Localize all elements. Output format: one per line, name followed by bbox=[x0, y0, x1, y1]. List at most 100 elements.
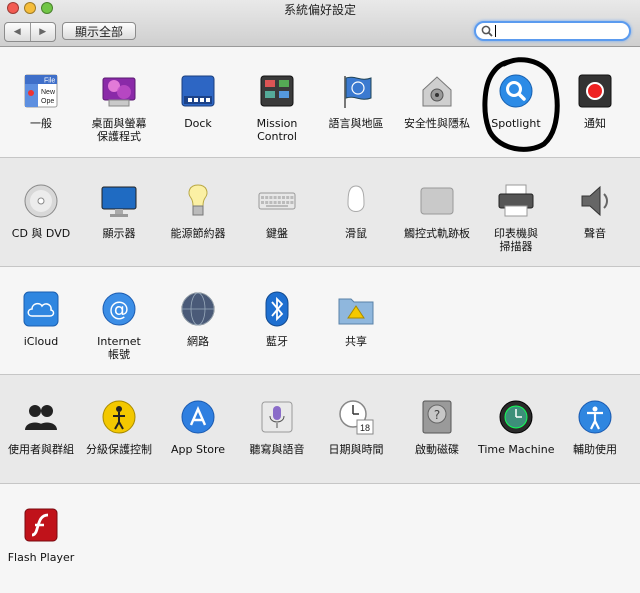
svg-text:@: @ bbox=[109, 297, 129, 321]
icloud-icon bbox=[22, 290, 60, 328]
pane-label: 桌面與螢幕 保護程式 bbox=[91, 117, 147, 143]
show-all-button[interactable]: 顯示全部 bbox=[62, 22, 136, 40]
annotation-circle bbox=[482, 57, 560, 152]
section-other bbox=[0, 484, 640, 593]
pane-label: 使用者與群組 bbox=[8, 443, 74, 456]
pane-label: 聲音 bbox=[584, 227, 606, 240]
mouse-icon bbox=[337, 182, 375, 220]
pane-users-groups[interactable]: 使用者與群組 bbox=[3, 398, 79, 456]
forward-button[interactable]: ▶ bbox=[29, 23, 56, 41]
pane-label: 鍵盤 bbox=[266, 227, 288, 240]
pane-sharing[interactable]: 共享 bbox=[318, 290, 394, 348]
startup-disk-icon: ? bbox=[418, 398, 456, 436]
internet-accounts-icon: @ bbox=[100, 290, 138, 328]
pane-label: 滑鼠 bbox=[345, 227, 367, 240]
sharing-icon bbox=[337, 290, 375, 328]
pane-label: 輔助使用 bbox=[573, 443, 617, 456]
pane-app-store[interactable]: App Store bbox=[160, 398, 236, 456]
pane-date-time[interactable]: 18 日期與時間 bbox=[318, 398, 394, 456]
pane-trackpad[interactable]: 觸控式軌跡板 bbox=[399, 182, 475, 240]
language-region-icon bbox=[337, 72, 375, 110]
pane-energy-saver[interactable]: 能源節約器 bbox=[160, 182, 236, 240]
sound-icon bbox=[576, 182, 614, 220]
time-machine-icon bbox=[497, 398, 535, 436]
network-icon bbox=[179, 290, 217, 328]
pane-printers-scanners[interactable]: 印表機與 掃描器 bbox=[478, 182, 554, 253]
back-forward-control: ◀ ▶ bbox=[4, 22, 56, 42]
users-groups-icon bbox=[22, 398, 60, 436]
pane-displays[interactable]: 顯示器 bbox=[81, 182, 157, 240]
pane-label: iCloud bbox=[23, 335, 59, 348]
pane-notifications[interactable]: 通知 bbox=[557, 72, 633, 130]
general-icon: File New Ope bbox=[22, 72, 60, 110]
pane-general[interactable]: File New Ope 一般 bbox=[3, 72, 79, 130]
pane-cd-dvd[interactable]: CD 與 DVD bbox=[3, 182, 79, 240]
pane-label: 顯示器 bbox=[102, 227, 136, 240]
svg-text:Ope: Ope bbox=[41, 98, 54, 105]
pane-label: Mission Control bbox=[256, 117, 298, 143]
back-button[interactable]: ◀ bbox=[5, 23, 30, 41]
notifications-icon bbox=[576, 72, 614, 110]
pane-accessibility[interactable]: 輔助使用 bbox=[557, 398, 633, 456]
pane-dictation-speech[interactable]: 聽寫與語音 bbox=[239, 398, 315, 456]
mission-control-icon bbox=[258, 72, 296, 110]
pane-internet-accounts[interactable]: @ Internet 帳號 bbox=[81, 290, 157, 361]
date-time-icon: 18 bbox=[337, 398, 375, 436]
pane-label: Internet 帳號 bbox=[97, 335, 141, 361]
pane-label: 能源節約器 bbox=[170, 227, 226, 240]
pane-label: 藍牙 bbox=[266, 335, 288, 348]
pane-label: 啟動磁碟 bbox=[415, 443, 459, 456]
dock-icon bbox=[179, 72, 217, 110]
svg-text:18: 18 bbox=[360, 423, 370, 433]
pane-security-privacy[interactable]: 安全性與隱私 bbox=[399, 72, 475, 130]
pane-label: 通知 bbox=[584, 117, 606, 130]
pane-label: 聽寫與語音 bbox=[249, 443, 305, 456]
desktop-screensaver-icon bbox=[100, 72, 138, 110]
energy-saver-icon bbox=[179, 182, 217, 220]
dictation-speech-icon bbox=[258, 398, 296, 436]
app-store-icon bbox=[179, 398, 217, 436]
cd-dvd-icon bbox=[22, 182, 60, 220]
pane-keyboard[interactable]: 鍵盤 bbox=[239, 182, 315, 240]
text-caret bbox=[495, 25, 496, 37]
pane-startup-disk[interactable]: ? 啟動磁碟 bbox=[399, 398, 475, 456]
pane-label: 一般 bbox=[30, 117, 52, 130]
pane-label: 觸控式軌跡板 bbox=[404, 227, 470, 240]
general-icon-text: File bbox=[44, 78, 55, 85]
bluetooth-icon bbox=[258, 290, 296, 328]
pane-label: Dock bbox=[184, 117, 212, 130]
pane-label: 日期與時間 bbox=[328, 443, 384, 456]
pane-label: CD 與 DVD bbox=[11, 227, 71, 240]
pane-mouse[interactable]: 滑鼠 bbox=[318, 182, 394, 240]
pane-network[interactable]: 網路 bbox=[160, 290, 236, 348]
pane-desktop-screensaver[interactable]: 桌面與螢幕 保護程式 bbox=[81, 72, 157, 143]
svg-text:New: New bbox=[41, 89, 56, 96]
trackpad-icon bbox=[418, 182, 456, 220]
pane-time-machine[interactable]: Time Machine bbox=[478, 398, 554, 456]
pane-label: 安全性與隱私 bbox=[404, 117, 470, 130]
pane-dock[interactable]: Dock bbox=[160, 72, 236, 130]
parental-controls-icon bbox=[100, 398, 138, 436]
pane-flash-player[interactable]: Flash Player bbox=[3, 506, 79, 564]
pane-label: 共享 bbox=[345, 335, 367, 348]
window-title: 系統偏好設定 bbox=[283, 3, 356, 17]
pane-bluetooth[interactable]: 藍牙 bbox=[239, 290, 315, 348]
pane-label: 語言與地區 bbox=[328, 117, 384, 130]
toolbar: 系統偏好設定 ◀ ▶ 顯示全部 bbox=[0, 0, 640, 47]
flash-player-icon bbox=[22, 506, 60, 544]
pane-label: App Store bbox=[170, 443, 226, 456]
pane-mission-control[interactable]: Mission Control bbox=[239, 72, 315, 143]
pane-sound[interactable]: 聲音 bbox=[557, 182, 633, 240]
pane-label: Time Machine bbox=[478, 443, 555, 456]
displays-icon bbox=[100, 182, 138, 220]
pane-parental-controls[interactable]: 分級保護控制 bbox=[81, 398, 157, 456]
pane-label: 網路 bbox=[187, 335, 209, 348]
search-icon bbox=[481, 25, 493, 37]
pane-label: Flash Player bbox=[7, 551, 75, 564]
pane-language-region[interactable]: 語言與地區 bbox=[318, 72, 394, 130]
pane-label: 印表機與 掃描器 bbox=[494, 227, 538, 253]
search-input[interactable] bbox=[474, 21, 631, 41]
pane-icloud[interactable]: iCloud bbox=[3, 290, 79, 348]
accessibility-icon bbox=[576, 398, 614, 436]
security-privacy-icon bbox=[418, 72, 456, 110]
